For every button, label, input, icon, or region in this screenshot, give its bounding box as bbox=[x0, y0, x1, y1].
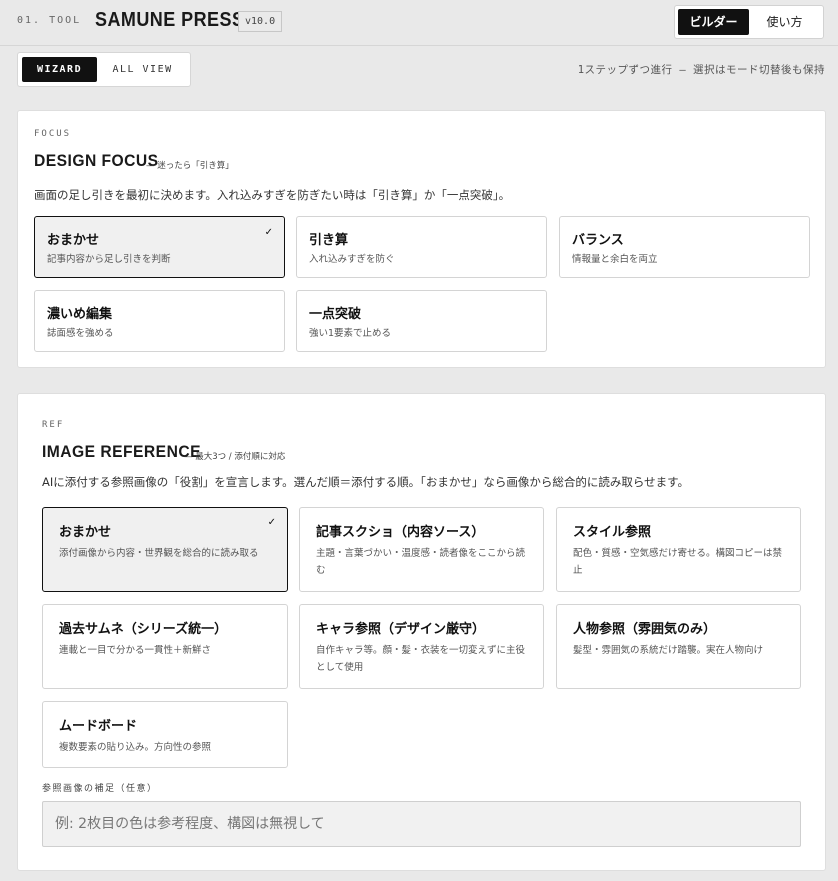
option-subtitle: 配色・質感・空気感だけ寄せる。構図コピーは禁止 bbox=[573, 548, 783, 576]
ref-option-omakase[interactable]: おまかせ ✓ 添付画像から内容・世界観を総合的に読み取る bbox=[42, 507, 288, 592]
option-subtitle: 強い1要素で止める bbox=[309, 328, 392, 339]
option-title: 引き算 bbox=[309, 233, 349, 248]
option-title: 記事スクショ（内容ソース） bbox=[316, 525, 485, 540]
ref-title: IMAGE REFERENCE bbox=[42, 442, 201, 461]
ref-description: AIに添付する参照画像の「役割」を宣言します。選んだ順＝添付する順。「おまかせ」… bbox=[42, 475, 689, 489]
tool-tag: 01. TOOL bbox=[17, 15, 82, 26]
ref-option-person[interactable]: 人物参照（雰囲気のみ） 髪型・雰囲気の系統だけ踏襲。実在人物向け bbox=[556, 604, 801, 689]
focus-option-subtract[interactable]: 引き算 入れ込みすぎを防ぐ bbox=[296, 216, 547, 278]
option-title: 一点突破 bbox=[309, 307, 362, 322]
view-switch: WIZARD ALL VIEW bbox=[17, 52, 191, 87]
ref-option-style[interactable]: スタイル参照 配色・質感・空気感だけ寄せる。構図コピーは禁止 bbox=[556, 507, 801, 592]
focus-description: 画面の足し引きを最初に決めます。入れ込みすぎを防ぎたい時は「引き算」か「一点突破… bbox=[34, 188, 511, 202]
option-subtitle: 髪型・雰囲気の系統だけ踏襲。実在人物向け bbox=[573, 645, 764, 656]
version-badge: v10.0 bbox=[238, 11, 283, 32]
option-subtitle: 情報量と余白を両立 bbox=[572, 254, 658, 265]
option-subtitle: 自作キャラ等。顔・髪・衣装を一切変えずに主役として使用 bbox=[316, 645, 526, 673]
option-title: 人物参照（雰囲気のみ） bbox=[573, 622, 717, 637]
option-title: バランス bbox=[572, 233, 624, 248]
focus-title: DESIGN FOCUS bbox=[34, 151, 159, 170]
ref-note-input[interactable] bbox=[42, 801, 801, 847]
ref-option-character[interactable]: キャラ参照（デザイン厳守） 自作キャラ等。顔・髪・衣装を一切変えずに主役として使… bbox=[299, 604, 544, 689]
option-subtitle: 記事内容から足し引きを判断 bbox=[47, 254, 171, 265]
brand-title: SAMUNE PRESS bbox=[95, 9, 245, 31]
ref-note-label: 参照画像の補足（任意） bbox=[42, 784, 158, 794]
ref-option-moodboard[interactable]: ムードボード 複数要素の貼り込み。方向性の参照 bbox=[42, 701, 288, 768]
check-icon: ✓ bbox=[264, 227, 273, 238]
focus-option-balance[interactable]: バランス 情報量と余白を両立 bbox=[559, 216, 810, 278]
option-subtitle: 複数要素の貼り込み。方向性の参照 bbox=[59, 742, 212, 753]
focus-option-single-point[interactable]: 一点突破 強い1要素で止める bbox=[296, 290, 547, 352]
mode-builder-button[interactable]: ビルダー bbox=[678, 9, 749, 35]
mode-switch: ビルダー 使い方 bbox=[674, 5, 824, 39]
option-title: キャラ参照（デザイン厳守） bbox=[316, 622, 486, 637]
focus-option-omakase[interactable]: おまかせ ✓ 記事内容から足し引きを判断 bbox=[34, 216, 285, 278]
design-focus-panel: FOCUS DESIGN FOCUS — 迷ったら「引き算」 画面の足し引きを最… bbox=[17, 110, 826, 368]
ref-option-past-thumbnail[interactable]: 過去サムネ（シリーズ統一） 連載と一目で分かる一貫性＋新鮮さ bbox=[42, 604, 288, 689]
ref-kicker: REF bbox=[42, 420, 65, 430]
ref-option-article-screenshot[interactable]: 記事スクショ（内容ソース） 主題・言葉づかい・温度感・読者像をここから読む bbox=[299, 507, 544, 592]
option-subtitle: 誌面感を強める bbox=[47, 328, 114, 339]
all-view-tab[interactable]: ALL VIEW bbox=[99, 57, 186, 82]
option-title: おまかせ bbox=[47, 233, 100, 248]
option-title: 濃いめ編集 bbox=[47, 307, 113, 322]
option-subtitle: 主題・言葉づかい・温度感・読者像をここから読む bbox=[316, 548, 526, 576]
option-subtitle: 連載と一目で分かる一貫性＋新鮮さ bbox=[59, 645, 212, 656]
option-title: おまかせ bbox=[59, 525, 112, 540]
option-subtitle: 入れ込みすぎを防ぐ bbox=[309, 254, 395, 265]
ref-note: — 最大3つ / 添付順に対応 bbox=[184, 452, 286, 462]
focus-note: — 迷ったら「引き算」 bbox=[146, 161, 234, 171]
option-title: ムードボード bbox=[59, 719, 138, 734]
mode-howto-button[interactable]: 使い方 bbox=[749, 9, 820, 35]
focus-kicker: FOCUS bbox=[34, 129, 72, 139]
image-reference-panel: REF IMAGE REFERENCE — 最大3つ / 添付順に対応 AIに添… bbox=[17, 393, 826, 871]
option-subtitle: 添付画像から内容・世界観を総合的に読み取る bbox=[59, 548, 259, 559]
wizard-tab[interactable]: WIZARD bbox=[22, 57, 98, 82]
step-hint: 1ステップずつ進行 — 選択はモード切替後も保持 bbox=[577, 64, 825, 76]
option-title: スタイル参照 bbox=[573, 525, 652, 540]
focus-option-dense-edit[interactable]: 濃いめ編集 誌面感を強める bbox=[34, 290, 285, 352]
top-bar: 01. TOOL SAMUNE PRESS v10.0 ビルダー 使い方 bbox=[0, 0, 838, 46]
option-title: 過去サムネ（シリーズ統一） bbox=[59, 622, 228, 637]
check-icon: ✓ bbox=[267, 517, 276, 528]
